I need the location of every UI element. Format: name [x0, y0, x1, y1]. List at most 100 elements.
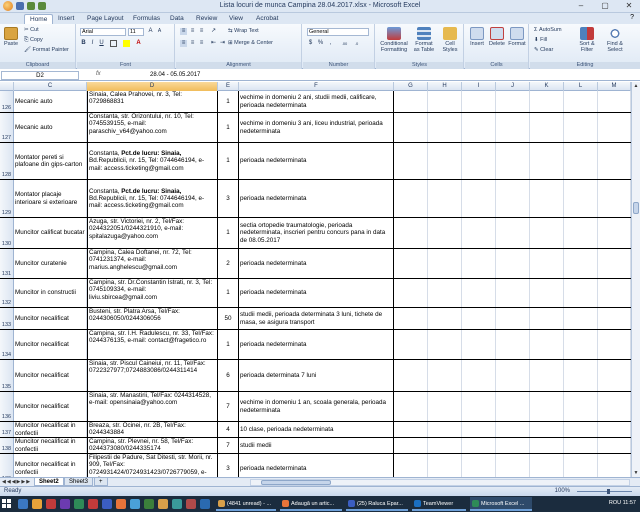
- cell-occupation[interactable]: Muncitor curatenie: [14, 249, 87, 278]
- cell-count[interactable]: 3: [218, 180, 239, 217]
- cell-empty[interactable]: [428, 249, 462, 278]
- grow-font-icon[interactable]: A: [147, 28, 154, 35]
- app-icon[interactable]: [158, 499, 168, 509]
- column-header-h[interactable]: H: [428, 82, 462, 91]
- cell-empty[interactable]: [462, 308, 496, 329]
- delete-cells-button[interactable]: Delete: [487, 27, 507, 47]
- cell-address[interactable]: Constanta, str. Orizontului, nr. 10, Tel…: [87, 113, 218, 142]
- row-header[interactable]: 132: [0, 279, 14, 307]
- task-excel[interactable]: Microsoft Excel ...: [470, 497, 532, 511]
- cell-address[interactable]: Azuga, str. Victoriei, nr. 2, Tel/Fax: 0…: [87, 218, 218, 248]
- cell-count[interactable]: 50: [218, 308, 239, 329]
- row-header[interactable]: 127: [0, 113, 14, 142]
- cell-empty[interactable]: [598, 360, 631, 391]
- cell-empty[interactable]: [530, 308, 564, 329]
- app-icon[interactable]: [200, 499, 210, 509]
- cut-button[interactable]: ✂ Cut: [24, 27, 39, 33]
- percent-icon[interactable]: %: [317, 40, 324, 47]
- cell-address[interactable]: Sinaia, str. Piscul Caineiui, nr. 11, Te…: [87, 360, 218, 391]
- fill-button[interactable]: ⬇ Fill: [534, 37, 547, 43]
- cell-count[interactable]: 1: [218, 218, 239, 248]
- app-icon[interactable]: [74, 499, 84, 509]
- cell-occupation[interactable]: Muncitor necalificat: [14, 392, 87, 421]
- cell-empty[interactable]: [530, 360, 564, 391]
- cell-empty[interactable]: [530, 422, 564, 437]
- format-cells-button[interactable]: Format: [507, 27, 527, 47]
- app-icon[interactable]: [186, 499, 196, 509]
- cell-empty[interactable]: [428, 438, 462, 453]
- cell-address[interactable]: Breaza, str. Ocinei, nr. 2B, Tel/Fax: 02…: [87, 422, 218, 437]
- merge-center-button[interactable]: ⊞ Merge & Center: [228, 40, 273, 46]
- column-header-j[interactable]: J: [496, 82, 530, 91]
- cell-count[interactable]: 1: [218, 279, 239, 307]
- cell-empty[interactable]: [462, 454, 496, 477]
- cell-empty[interactable]: [496, 422, 530, 437]
- number-format-select[interactable]: General: [307, 28, 369, 36]
- cell-empty[interactable]: [462, 113, 496, 142]
- cell-empty[interactable]: [564, 113, 598, 142]
- cell-count[interactable]: 1: [218, 330, 239, 359]
- increase-decimal-icon[interactable]: .00: [341, 40, 348, 47]
- app-icon[interactable]: [130, 499, 140, 509]
- cell-conditions[interactable]: perioada determinata 7 luni: [239, 360, 394, 391]
- cell-empty[interactable]: [530, 249, 564, 278]
- scroll-up-icon[interactable]: ▲: [632, 82, 640, 90]
- underline-button[interactable]: U: [98, 40, 105, 47]
- cell-empty[interactable]: [394, 143, 428, 179]
- cell-address[interactable]: Campina, str. Dr.Constantin Istrati, nr.…: [87, 279, 218, 307]
- orientation-icon[interactable]: ↗: [210, 28, 217, 35]
- cell-empty[interactable]: [530, 91, 564, 112]
- sort-filter-button[interactable]: Sort & Filter: [574, 27, 600, 53]
- row-header[interactable]: 128: [0, 143, 14, 179]
- cell-styles-button[interactable]: Cell Styles: [438, 27, 462, 53]
- sheet-tab-sheet2[interactable]: Sheet2: [34, 478, 64, 486]
- cell-occupation[interactable]: Muncitor necalificat in confectii: [14, 422, 87, 437]
- tab-acrobat[interactable]: Acrobat: [251, 14, 283, 23]
- cell-empty[interactable]: [462, 91, 496, 112]
- cell-empty[interactable]: [564, 279, 598, 307]
- cell-empty[interactable]: [428, 308, 462, 329]
- cell-occupation[interactable]: Montator pereti si plafoane din gips-car…: [14, 143, 87, 179]
- tab-view[interactable]: View: [224, 14, 248, 23]
- app-icon[interactable]: [60, 499, 70, 509]
- cell-count[interactable]: 7: [218, 438, 239, 453]
- row-header[interactable]: 133: [0, 308, 14, 329]
- cell-count[interactable]: 7: [218, 392, 239, 421]
- cell-empty[interactable]: [564, 308, 598, 329]
- cell-empty[interactable]: [462, 143, 496, 179]
- tab-home[interactable]: Home: [24, 14, 54, 24]
- cell-occupation[interactable]: Mecanic auto: [14, 91, 87, 112]
- find-select-button[interactable]: Find & Select: [602, 27, 628, 53]
- cell-occupation[interactable]: Mecanic auto: [14, 113, 87, 142]
- cell-occupation[interactable]: Muncitor necalificat in confectii: [14, 454, 87, 477]
- sheet-nav-arrows-icon[interactable]: ◀◀◀▶▶▶: [2, 479, 31, 485]
- copy-button[interactable]: ⎘ Copy: [24, 37, 43, 44]
- acrobat-icon[interactable]: [46, 499, 56, 509]
- format-painter-button[interactable]: 🖌 Format Painter: [24, 47, 69, 53]
- font-color-icon[interactable]: A: [135, 40, 142, 47]
- cell-empty[interactable]: [598, 308, 631, 329]
- cell-empty[interactable]: [462, 218, 496, 248]
- cell-empty[interactable]: [394, 422, 428, 437]
- cell-conditions[interactable]: perioada nedeterminata: [239, 279, 394, 307]
- column-header-m[interactable]: M: [598, 82, 631, 91]
- row-header[interactable]: 137: [0, 422, 14, 437]
- cell-empty[interactable]: [530, 143, 564, 179]
- column-header-l[interactable]: L: [564, 82, 598, 91]
- italic-button[interactable]: I: [89, 40, 96, 47]
- cell-conditions[interactable]: sectia ortopedie traumatologie, perioada…: [239, 218, 394, 248]
- cell-empty[interactable]: [564, 143, 598, 179]
- cell-address[interactable]: Constanta, Pct.de lucru: Sinaia, Bd.Repu…: [87, 143, 218, 179]
- cell-empty[interactable]: [564, 422, 598, 437]
- cell-empty[interactable]: [530, 279, 564, 307]
- cell-empty[interactable]: [394, 279, 428, 307]
- app-icon[interactable]: [88, 499, 98, 509]
- tab-page-layout[interactable]: Page Layout: [82, 14, 129, 23]
- tab-data[interactable]: Data: [165, 14, 189, 23]
- cell-empty[interactable]: [598, 249, 631, 278]
- cell-count[interactable]: 6: [218, 360, 239, 391]
- cell-empty[interactable]: [394, 330, 428, 359]
- cell-empty[interactable]: [496, 218, 530, 248]
- task-browser-2[interactable]: (25) Raluca Epar...: [346, 497, 408, 511]
- cell-address[interactable]: Campina, Calea Doftanei, nr. 72, Tel: 07…: [87, 249, 218, 278]
